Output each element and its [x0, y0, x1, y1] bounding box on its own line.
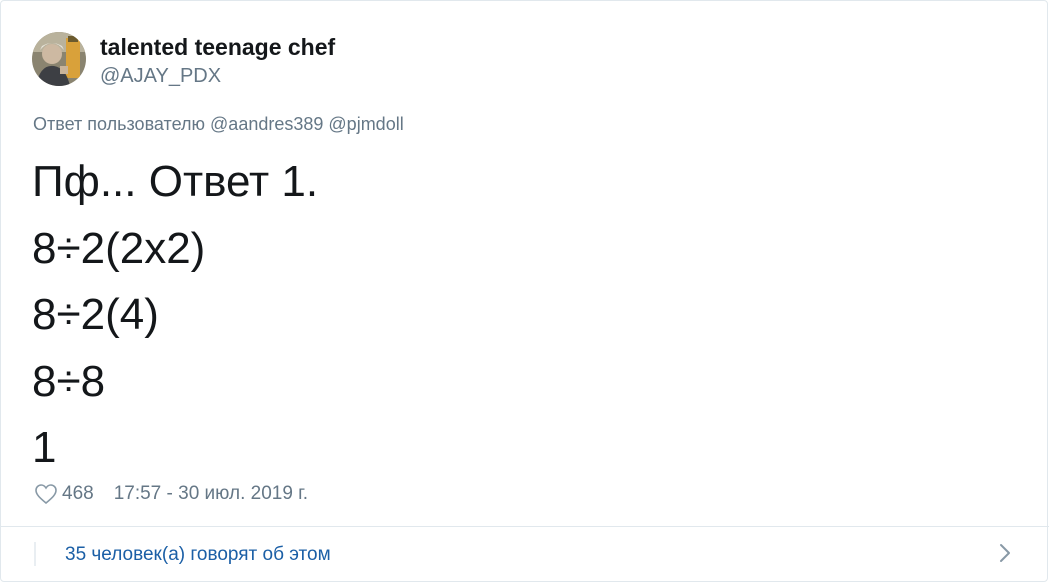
user-handle[interactable]: @AJAY_PDX [100, 65, 221, 88]
reply-mention-link[interactable]: @pjmdoll [328, 114, 403, 134]
tweet-timestamp[interactable]: 17:57 - 30 июл. 2019 г. [114, 483, 308, 505]
like-count[interactable]: 468 [62, 483, 94, 505]
card-divider [1, 526, 1049, 527]
tweet-meta: 468 17:57 - 30 июл. 2019 г. [34, 483, 308, 505]
reply-prefix: Ответ пользователю [33, 114, 206, 134]
conversation-link[interactable]: 35 человек(а) говорят об этом [65, 544, 331, 566]
tweet-text-line: 1 [32, 423, 57, 472]
tweet-text-line: Пф... Ответ 1. [32, 157, 319, 206]
footer-marker [34, 542, 36, 566]
user-display-name[interactable]: talented teenage chef [100, 34, 335, 61]
reply-mention-link[interactable]: @aandres389 [210, 114, 323, 134]
avatar-photo-icon [32, 32, 86, 86]
reply-context: Ответ пользователю @aandres389 @pjmdoll [33, 114, 404, 135]
tweet-text-line: 8÷2(4) [32, 290, 159, 339]
tweet-card: talented teenage chef @AJAY_PDX Ответ по… [0, 0, 1049, 582]
user-avatar[interactable] [32, 32, 86, 86]
heart-icon[interactable] [34, 483, 58, 505]
tweet-text: Пф... Ответ 1. 8÷2(2x2) 8÷2(4) 8÷8 1 [32, 149, 1012, 482]
tweet-text-line: 8÷8 [32, 356, 106, 406]
chevron-right-icon[interactable] [997, 541, 1013, 565]
tweet-text-line: 8÷2(2x2) [32, 223, 206, 273]
